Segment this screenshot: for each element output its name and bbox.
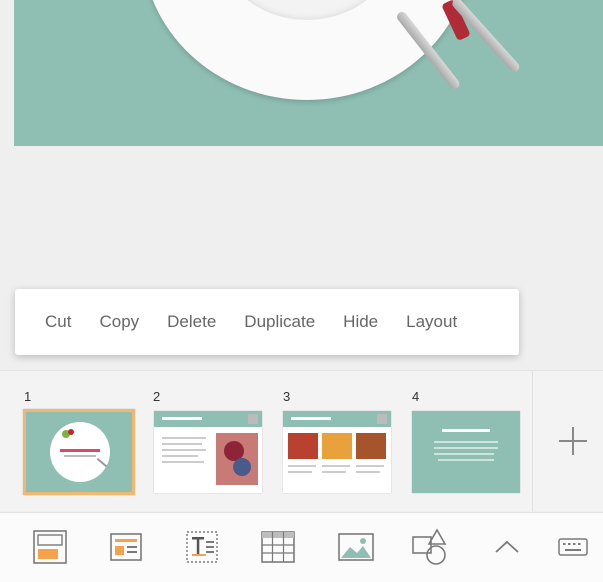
slide-thumbnail-2[interactable] [154, 411, 262, 493]
slide-thumbnail-4[interactable] [412, 411, 520, 493]
menu-item-duplicate[interactable]: Duplicate [230, 289, 329, 355]
menu-item-copy[interactable]: Copy [85, 289, 153, 355]
slide-thumbnail-1[interactable] [23, 409, 135, 495]
slide-thumbnail-strip: 1 2 3 4 [0, 370, 603, 511]
add-slide-button[interactable] [555, 423, 591, 459]
chevron-up-icon[interactable] [487, 527, 527, 567]
divider [532, 371, 533, 511]
slide-canvas[interactable] [14, 0, 603, 146]
slide-number: 1 [24, 389, 32, 404]
slide-number: 4 [412, 389, 420, 404]
bottom-toolbar [0, 512, 603, 582]
slide-1-preview-icon [26, 412, 132, 492]
text-box-icon[interactable] [182, 527, 222, 567]
slide-4-preview-icon [412, 411, 520, 493]
image-icon[interactable] [336, 527, 376, 567]
menu-item-layout[interactable]: Layout [392, 289, 471, 355]
menu-item-hide[interactable]: Hide [329, 289, 392, 355]
slide-thumbnail-3[interactable] [283, 411, 391, 493]
presentation-editor: Cut Copy Delete Duplicate Hide Layout 1 … [0, 0, 603, 582]
slide-number: 2 [153, 389, 161, 404]
context-menu: Cut Copy Delete Duplicate Hide Layout [15, 289, 519, 355]
template-icon[interactable] [106, 527, 146, 567]
slide-layout-icon[interactable] [30, 527, 70, 567]
table-icon[interactable] [258, 527, 298, 567]
slide-workspace [14, 146, 603, 286]
slide-number: 3 [283, 389, 291, 404]
slide-3-preview-icon [283, 411, 391, 493]
menu-item-delete[interactable]: Delete [153, 289, 230, 355]
menu-item-cut[interactable]: Cut [15, 289, 85, 355]
keyboard-icon[interactable] [553, 527, 593, 567]
slide-2-preview-icon [154, 411, 262, 493]
shapes-icon[interactable] [410, 527, 450, 567]
